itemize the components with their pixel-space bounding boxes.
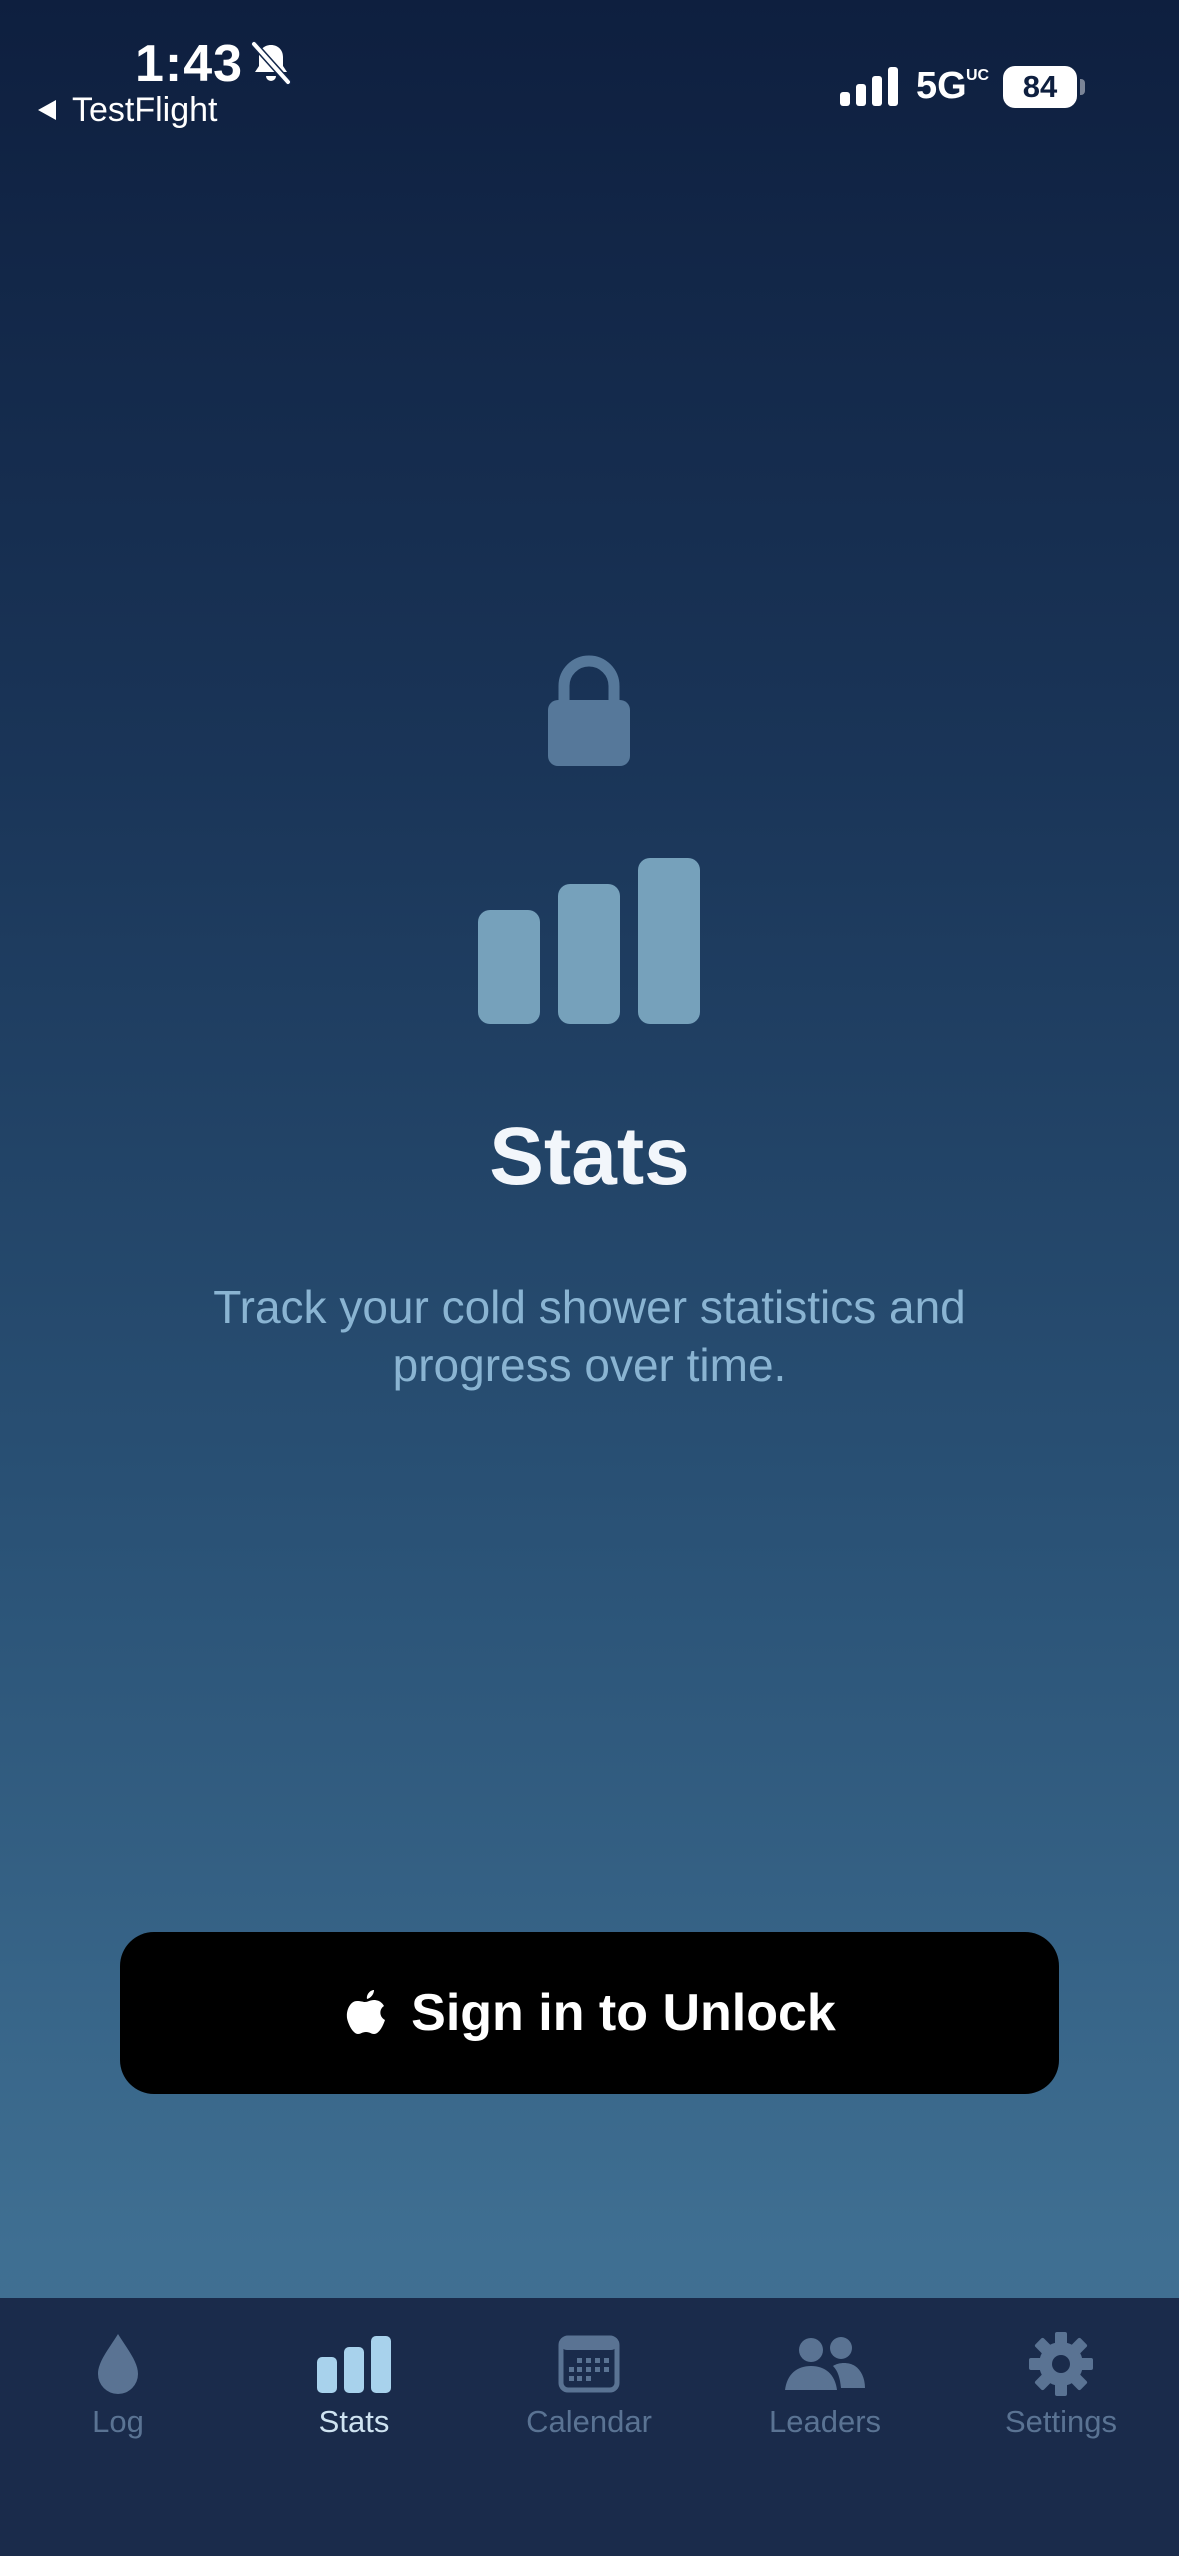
network-type-suffix: UC bbox=[966, 67, 990, 84]
calendar-icon bbox=[558, 2335, 620, 2393]
water-drop-icon bbox=[98, 2334, 138, 2394]
sign-in-label: Sign in to Unlock bbox=[411, 1984, 836, 2042]
tab-calendar[interactable]: Calendar bbox=[471, 2298, 707, 2498]
gear-icon bbox=[1029, 2332, 1093, 2396]
tab-log[interactable]: Log bbox=[0, 2298, 236, 2498]
lock-icon bbox=[548, 655, 630, 766]
tab-label-calendar: Calendar bbox=[526, 2404, 652, 2439]
battery-indicator: 84 bbox=[1003, 66, 1077, 108]
battery-cap bbox=[1080, 79, 1085, 95]
bar-chart-icon bbox=[317, 2336, 391, 2393]
tab-bar: Log Stats Calendar Leaders Settings bbox=[0, 2298, 1179, 2556]
back-to-testflight-button[interactable]: TestFlight bbox=[36, 88, 218, 132]
tab-settings[interactable]: Settings bbox=[943, 2298, 1179, 2498]
sign-in-with-apple-button[interactable]: Sign in to Unlock bbox=[120, 1932, 1059, 2094]
stats-locked-screen: 1:43 TestFlight 5G UC 84 Stats Track you… bbox=[0, 0, 1179, 2556]
back-app-label: TestFlight bbox=[72, 90, 218, 129]
cellular-signal-icon bbox=[840, 67, 898, 106]
status-time: 1:43 bbox=[135, 35, 244, 93]
tab-stats[interactable]: Stats bbox=[236, 2298, 472, 2498]
bar-chart-icon bbox=[478, 858, 700, 1024]
tab-label-stats: Stats bbox=[318, 2404, 390, 2439]
feature-description: Track your cold shower statistics and pr… bbox=[213, 1281, 966, 1391]
people-icon bbox=[785, 2337, 865, 2390]
bell-slash-icon bbox=[250, 40, 292, 86]
tab-label-settings: Settings bbox=[1004, 2404, 1117, 2439]
status-bar: 1:43 TestFlight 5G UC 84 bbox=[0, 0, 1179, 150]
feature-title: Stats bbox=[489, 1111, 690, 1202]
apple-logo-icon bbox=[347, 1990, 386, 2034]
back-arrow-icon bbox=[38, 100, 56, 120]
network-type: 5G bbox=[916, 65, 967, 107]
tab-leaders[interactable]: Leaders bbox=[707, 2298, 943, 2498]
tab-label-log: Log bbox=[92, 2404, 144, 2439]
tab-label-leaders: Leaders bbox=[768, 2404, 882, 2439]
